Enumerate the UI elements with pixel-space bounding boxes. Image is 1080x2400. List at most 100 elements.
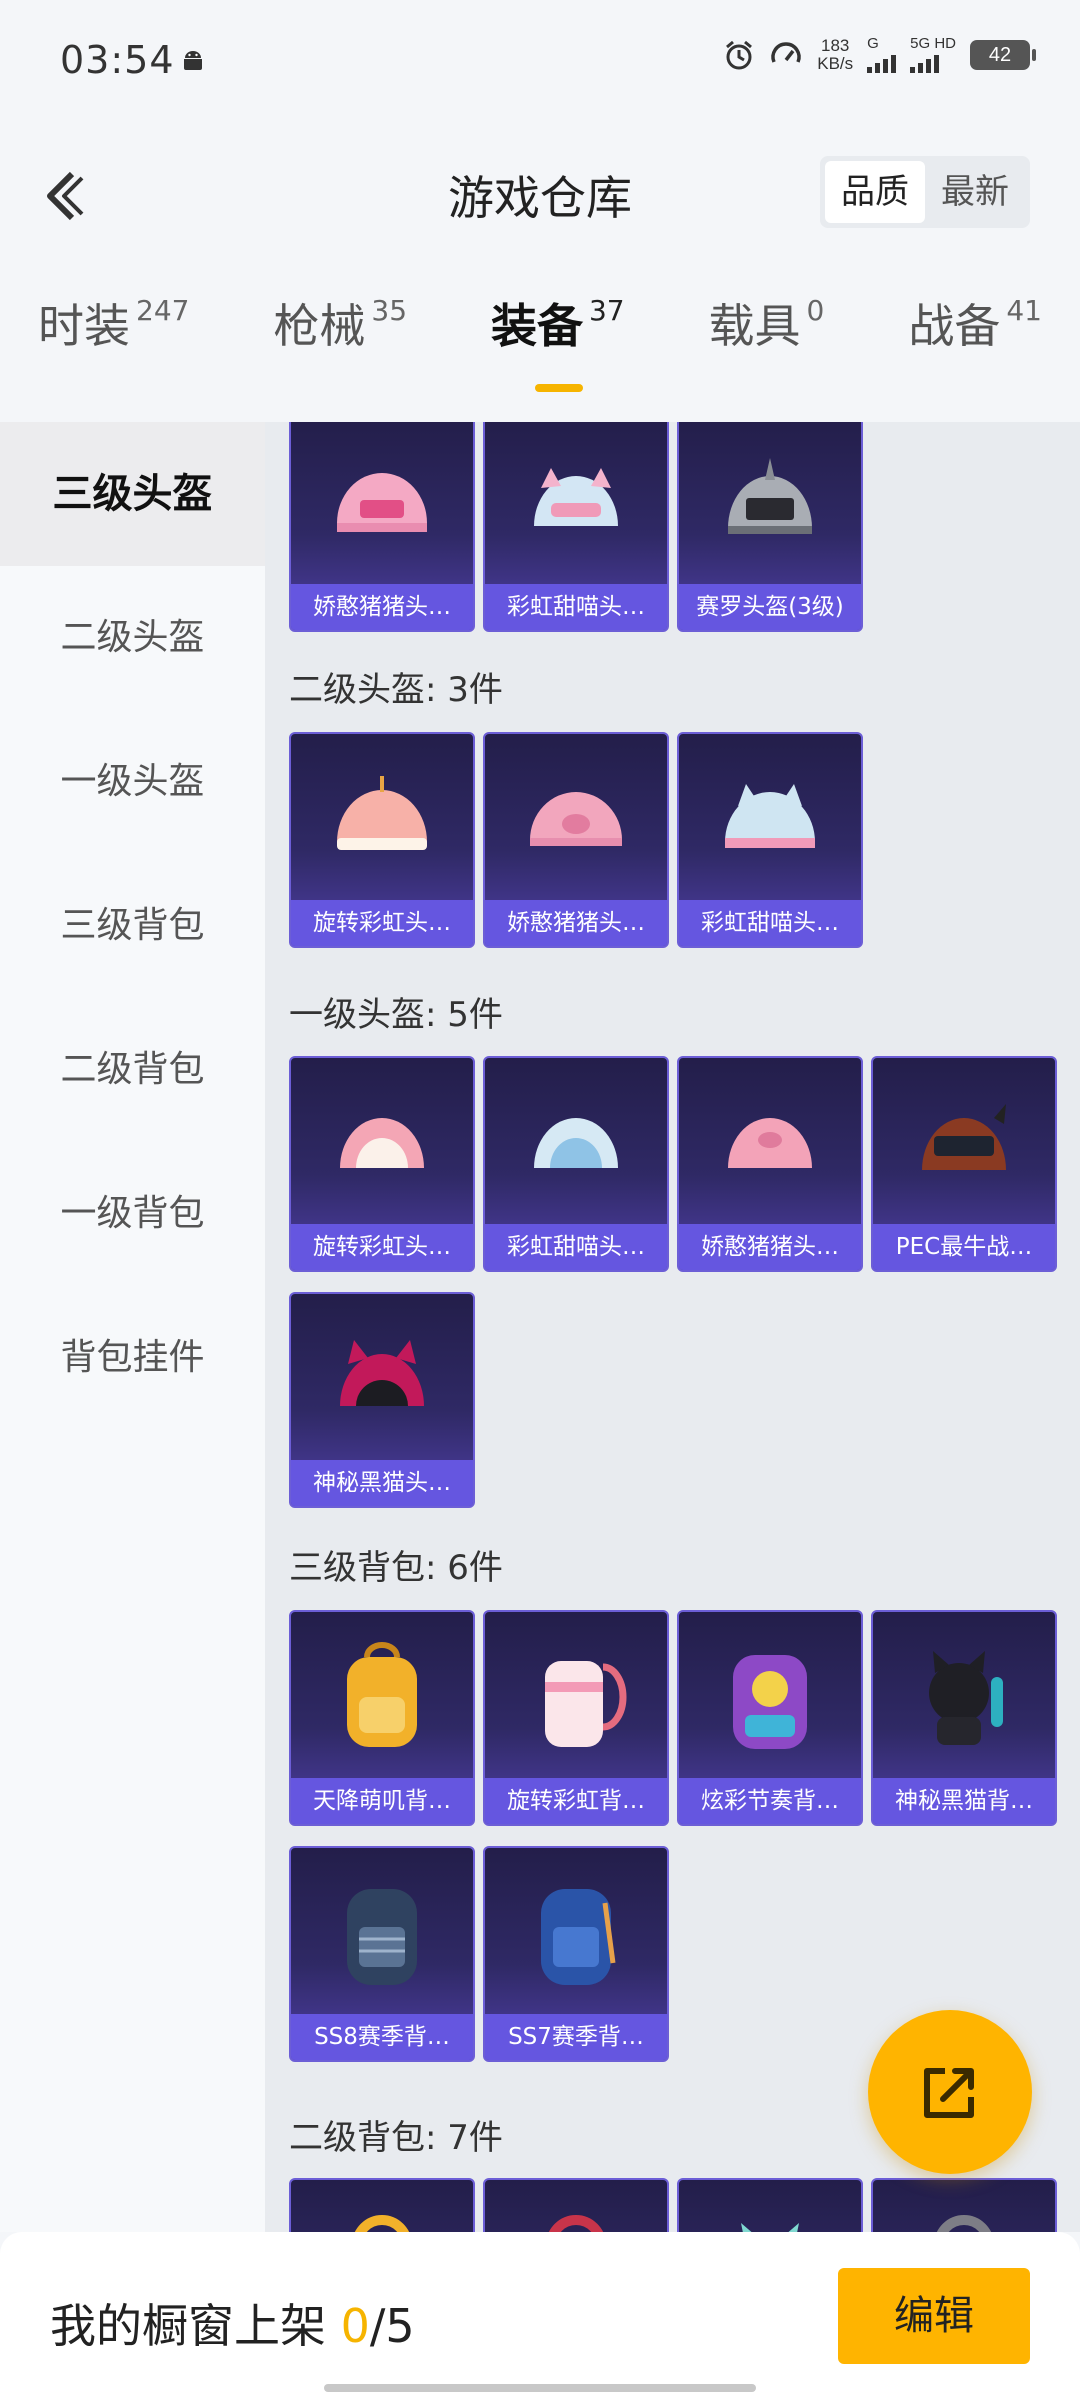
black-cat-helmet-icon — [291, 1294, 473, 1464]
rainbow-cat-helmet-icon — [679, 734, 861, 904]
tab-active-indicator — [534, 384, 583, 392]
category-tabs: 时装 247 枪械 35 装备 37 载具 0 战备 41 — [0, 290, 1080, 420]
item-label: 旋转彩虹背… — [485, 1778, 667, 1824]
item-card[interactable] — [483, 2178, 669, 2232]
item-label: SS8赛季背… — [291, 2014, 473, 2060]
status-bar: 03:54 183 KB/s G 5G HD 42 — [0, 0, 1080, 130]
item-card[interactable]: 旋转彩虹头… — [289, 732, 475, 948]
sidebar-item-lvl1-helmet[interactable]: 一级头盔 — [0, 710, 265, 854]
pink-pig-helmet-icon — [679, 1058, 861, 1228]
item-card[interactable] — [289, 2178, 475, 2232]
item-card[interactable]: SS7赛季背… — [483, 1846, 669, 2062]
item-label: 娇憨猪猪头… — [485, 900, 667, 946]
pec-helmet-icon — [873, 1058, 1055, 1228]
sidebar-item-lvl2-backpack[interactable]: 二级背包 — [0, 998, 265, 1142]
sidebar-item-lvl3-helmet[interactable]: 三级头盔 — [0, 422, 265, 566]
sort-toggle: 品质 最新 — [820, 156, 1030, 228]
item-card[interactable] — [677, 2178, 863, 2232]
section-title-lvl2-backpack: 二级背包: 7件 — [289, 2118, 503, 2158]
item-label: 彩虹甜喵头… — [679, 900, 861, 946]
black-cat-backpack-icon — [873, 1612, 1055, 1782]
pink-pig-helmet-icon — [291, 422, 473, 588]
item-label: 彩虹甜喵头… — [485, 584, 667, 630]
section-title-lvl1-helmet: 一级头盔: 5件 — [289, 995, 503, 1035]
tab-equipment[interactable]: 装备 37 — [491, 290, 625, 420]
item-label: 娇憨猪猪头… — [291, 584, 473, 630]
showcase-status: 我的橱窗上架 0/5 — [50, 2299, 415, 2353]
item-card[interactable]: 赛罗头盔(3级) — [677, 422, 863, 632]
item-card[interactable]: 彩虹甜喵头… — [677, 732, 863, 948]
item-card[interactable]: PEC最牛战… — [871, 1056, 1057, 1272]
sort-quality-button[interactable]: 品质 — [825, 161, 925, 223]
rhythm-backpack-icon — [679, 1612, 861, 1782]
spinning-rainbow-helmet-icon — [291, 734, 473, 904]
red-backpack-icon — [485, 2180, 667, 2232]
ss8-backpack-icon — [291, 1848, 473, 2018]
yellow-backpack-icon — [291, 1612, 473, 1782]
item-grid: 娇憨猪猪头… 彩虹甜喵头… 赛罗头盔(3级) 二级头盔: 3件 旋转彩虹头… 娇… — [265, 422, 1080, 2232]
sidebar-item-lvl1-backpack[interactable]: 一级背包 — [0, 1142, 265, 1286]
tab-fashion[interactable]: 时装 247 — [38, 290, 189, 420]
signal-2: 5G HD — [910, 36, 956, 73]
rainbow-cat-helmet-icon — [485, 422, 667, 588]
item-label: 彩虹甜喵头… — [485, 1224, 667, 1270]
battery-icon: 42 — [970, 39, 1036, 70]
rainbow-backpack-icon — [485, 1612, 667, 1782]
tab-guns[interactable]: 枪械 35 — [273, 290, 407, 420]
item-label: 炫彩节奏背… — [679, 1778, 861, 1824]
rainbow-cat-helmet-icon — [485, 1058, 667, 1228]
item-label: 旋转彩虹头… — [291, 1224, 473, 1270]
android-icon — [184, 51, 202, 70]
network-speed: 183 KB/s — [817, 35, 854, 73]
item-label: 娇憨猪猪头… — [679, 1224, 861, 1270]
section-title-lvl3-backpack: 三级背包: 6件 — [289, 1548, 503, 1588]
item-label: 天降萌叽背… — [291, 1778, 473, 1824]
signal-bars-icon — [910, 51, 940, 73]
speedometer-icon — [771, 41, 801, 63]
header: 游戏仓库 品质 最新 — [0, 130, 1080, 260]
yellow-backpack-icon — [291, 2180, 473, 2232]
share-button[interactable] — [868, 2010, 1032, 2174]
section-title-lvl2-helmet: 二级头盔: 3件 — [289, 670, 503, 710]
sidebar-item-lvl2-helmet[interactable]: 二级头盔 — [0, 566, 265, 710]
item-card[interactable] — [871, 2178, 1057, 2232]
bottom-bar: 我的橱窗上架 0/5 编辑 — [0, 2232, 1080, 2400]
item-card[interactable]: 娇憨猪猪头… — [677, 1056, 863, 1272]
item-card[interactable]: 彩虹甜喵头… — [483, 1056, 669, 1272]
edit-button[interactable]: 编辑 — [838, 2268, 1030, 2364]
item-label: 旋转彩虹头… — [291, 900, 473, 946]
status-time: 03:54 — [60, 38, 175, 82]
item-card[interactable]: 神秘黑猫背… — [871, 1610, 1057, 1826]
item-card[interactable]: 天降萌叽背… — [289, 1610, 475, 1826]
item-card[interactable]: 神秘黑猫头… — [289, 1292, 475, 1508]
item-card[interactable]: 彩虹甜喵头… — [483, 422, 669, 632]
gray-backpack-icon — [873, 2180, 1055, 2232]
tab-vehicles[interactable]: 载具 0 — [709, 290, 825, 420]
home-indicator[interactable] — [324, 2384, 756, 2392]
item-label: 神秘黑猫背… — [873, 1778, 1055, 1824]
item-card[interactable]: 娇憨猪猪头… — [483, 732, 669, 948]
item-card[interactable]: 旋转彩虹背… — [483, 1610, 669, 1826]
item-card[interactable]: 旋转彩虹头… — [289, 1056, 475, 1272]
item-card[interactable]: SS8赛季背… — [289, 1846, 475, 2062]
tab-gear[interactable]: 战备 41 — [908, 290, 1042, 420]
spinning-rainbow-helmet-icon — [291, 1058, 473, 1228]
item-label: 赛罗头盔(3级) — [679, 584, 861, 630]
signal-bars-icon — [867, 51, 897, 73]
sidebar-item-pendant[interactable]: 背包挂件 — [0, 1286, 265, 1430]
sort-newest-button[interactable]: 最新 — [925, 161, 1025, 223]
share-icon — [924, 2068, 974, 2118]
signal-1: G — [867, 36, 897, 73]
ss7-backpack-icon — [485, 1848, 667, 2018]
pink-pig-helmet-icon — [485, 734, 667, 904]
alarm-icon — [726, 40, 753, 69]
sidebar: 三级头盔 二级头盔 一级头盔 三级背包 二级背包 一级背包 背包挂件 — [0, 422, 265, 2232]
item-card[interactable]: 娇憨猪猪头… — [289, 422, 475, 632]
item-card[interactable]: 炫彩节奏背… — [677, 1610, 863, 1826]
item-label: PEC最牛战… — [873, 1224, 1055, 1270]
sidebar-item-lvl3-backpack[interactable]: 三级背包 — [0, 854, 265, 998]
bow-backpack-icon — [679, 2180, 861, 2232]
item-label: 神秘黑猫头… — [291, 1460, 473, 1506]
item-label: SS7赛季背… — [485, 2014, 667, 2060]
zero-helmet-icon — [679, 422, 861, 588]
